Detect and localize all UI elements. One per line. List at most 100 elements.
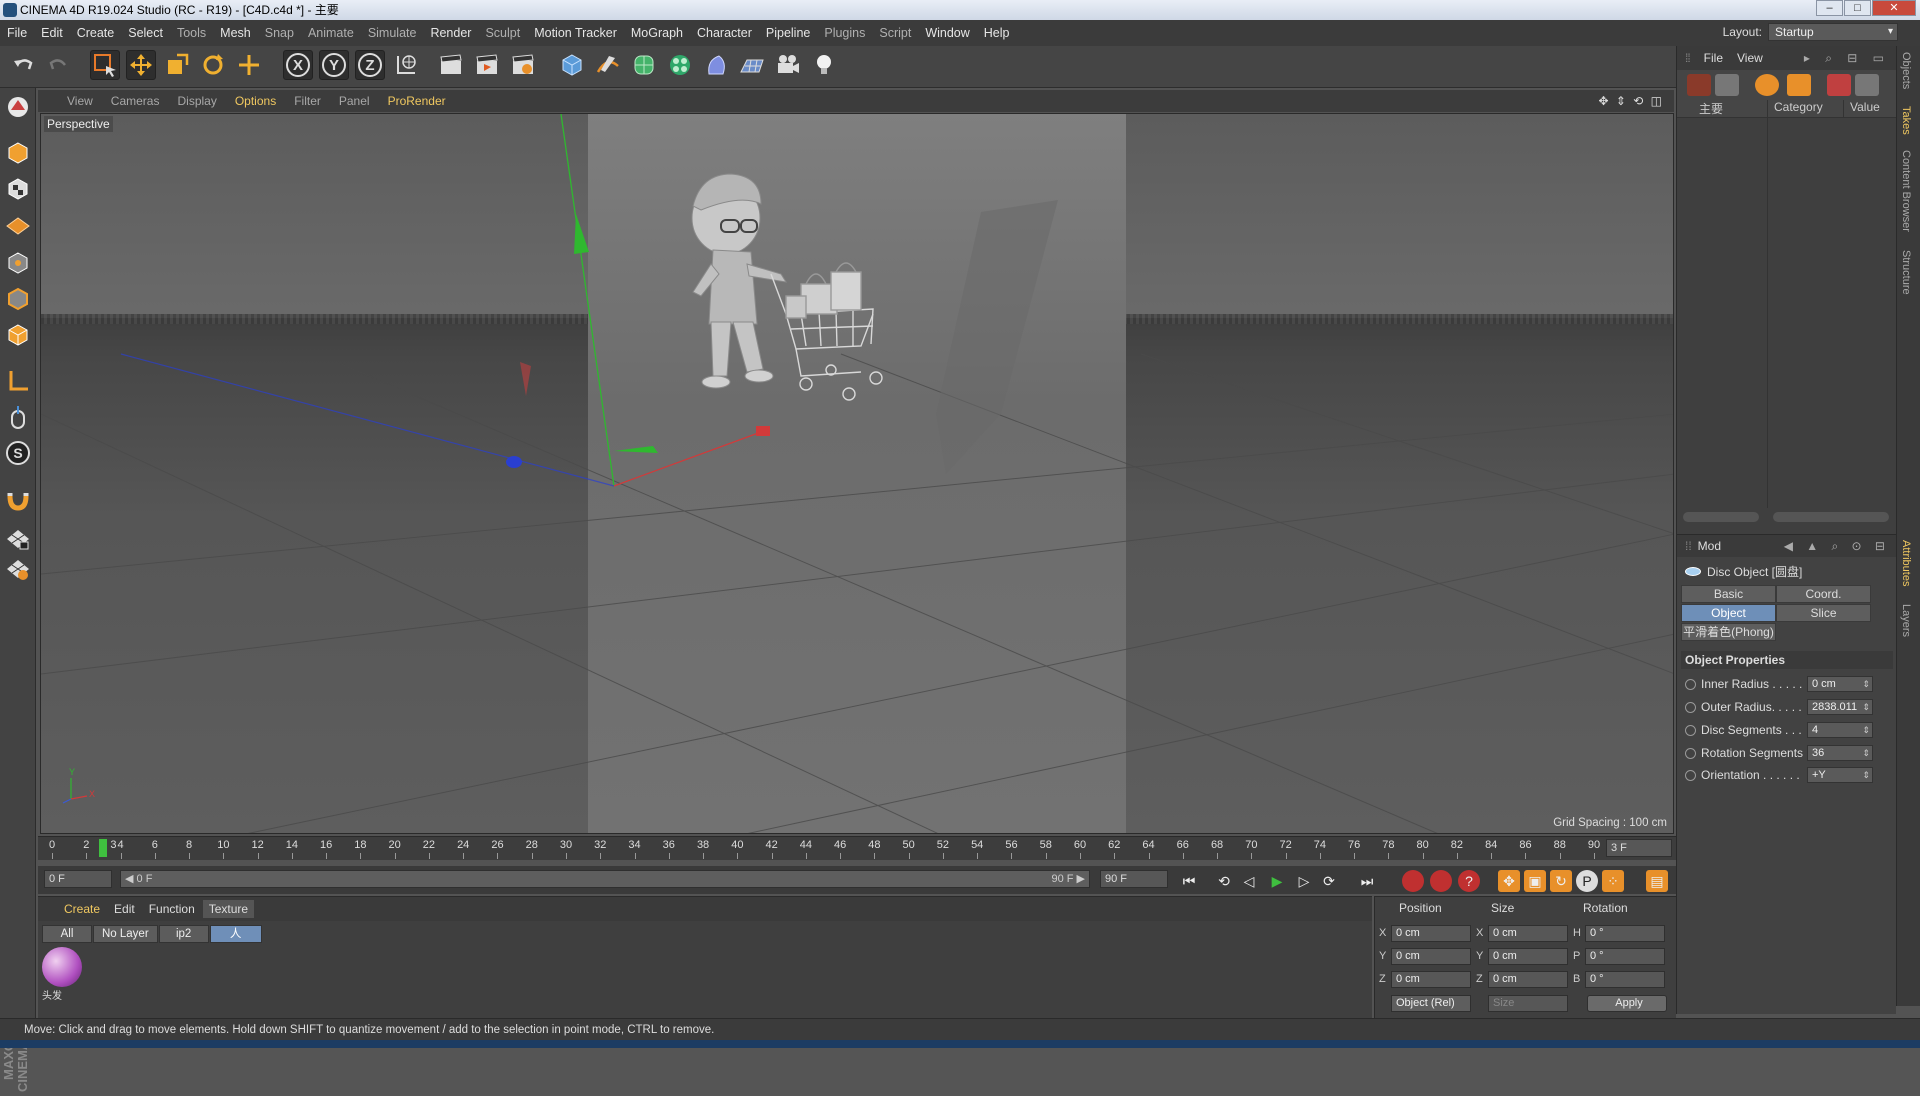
mat-menu-function[interactable]: Function — [143, 900, 201, 918]
camera-object-button[interactable] — [773, 50, 803, 80]
side-tab-layers[interactable]: Layers — [1900, 604, 1912, 637]
rotation-h-field[interactable]: 0 ° — [1585, 925, 1665, 942]
take-icon[interactable] — [1715, 74, 1739, 96]
texture-mode-button[interactable] — [3, 174, 33, 204]
hierarchy-icon[interactable] — [1687, 74, 1711, 96]
light-object-button[interactable] — [809, 50, 839, 80]
viewport-menu-options[interactable]: Options — [226, 94, 285, 108]
menu-script[interactable]: Script — [872, 26, 918, 40]
horizontal-scrollbar-left[interactable] — [1683, 512, 1759, 522]
size-x-field[interactable]: 0 cm — [1488, 925, 1568, 942]
viewport-menu-display[interactable]: Display — [168, 94, 225, 108]
viewport-menu-prorender[interactable]: ProRender — [379, 94, 455, 108]
menu-sculpt[interactable]: Sculpt — [478, 26, 527, 40]
scale-tool[interactable] — [162, 50, 192, 80]
column-value[interactable]: Value — [1843, 100, 1893, 117]
y-axis-lock[interactable]: Y — [319, 50, 349, 80]
animate-keyframe-icon[interactable] — [1685, 724, 1696, 736]
animate-keyframe-icon[interactable] — [1685, 769, 1696, 781]
z-axis-lock[interactable]: Z — [355, 50, 385, 80]
viewport-navigation-icons[interactable]: ✥ ⇕ ⟲ ◫ — [1598, 94, 1664, 108]
menu-animate[interactable]: Animate — [301, 26, 361, 40]
menu-pipeline[interactable]: Pipeline — [759, 26, 817, 40]
override-icon[interactable] — [1755, 74, 1779, 96]
next-key-button[interactable]: ⟳ — [1318, 870, 1340, 892]
timeline-window-button[interactable]: ▤ — [1646, 870, 1668, 892]
mat-menu-edit[interactable]: Edit — [108, 900, 141, 918]
play-button[interactable]: ▶ — [1266, 870, 1288, 892]
frame-range-slider[interactable]: ◀ 0 F 90 F ▶ — [120, 870, 1090, 888]
viewport-menu-cameras[interactable]: Cameras — [102, 94, 169, 108]
minimize-button[interactable]: – — [1816, 0, 1843, 16]
menu-character[interactable]: Character — [690, 26, 759, 40]
coordinate-system-toggle[interactable] — [391, 50, 421, 80]
side-tab-structure[interactable]: Structure — [1900, 250, 1912, 295]
x-axis-lock[interactable]: X — [283, 50, 313, 80]
render-view-button[interactable] — [436, 50, 466, 80]
render-settings-button[interactable] — [508, 50, 538, 80]
prev-key-button[interactable]: ⟲ — [1213, 870, 1235, 892]
om-header-icons[interactable]: ▸ ⌕ ⊟ ▭ — [1804, 51, 1890, 66]
solo-mode-button[interactable]: S — [3, 438, 33, 468]
key-pla-button[interactable]: ⁘ — [1602, 870, 1624, 892]
tweak-mode-button[interactable] — [3, 402, 33, 432]
animate-keyframe-icon[interactable] — [1685, 678, 1696, 690]
menu-tools[interactable]: Tools — [170, 26, 213, 40]
side-tab-attributes[interactable]: Attributes — [1900, 540, 1912, 586]
tab-basic[interactable]: Basic — [1681, 585, 1776, 603]
viewport-menu-panel[interactable]: Panel — [330, 94, 379, 108]
prev-frame-button[interactable]: ◁ — [1238, 870, 1260, 892]
polygons-mode-button[interactable] — [3, 320, 33, 350]
current-frame-field[interactable]: 3 F — [1606, 839, 1672, 857]
undo-button[interactable] — [8, 50, 38, 80]
autokey-button[interactable] — [1430, 870, 1452, 892]
live-selection-tool[interactable] — [90, 50, 120, 80]
start-frame-field[interactable]: 0 F — [44, 870, 112, 888]
layout-dropdown[interactable]: Startup — [1768, 23, 1898, 41]
menu-mesh[interactable]: Mesh — [213, 26, 258, 40]
coordinate-mode-dropdown[interactable]: Object (Rel) — [1391, 995, 1471, 1012]
column-name[interactable]: 主要 — [1677, 100, 1767, 117]
position-y-field[interactable]: 0 cm — [1391, 948, 1471, 965]
rotation-segments-field[interactable]: 36 — [1807, 745, 1873, 761]
points-mode-button[interactable] — [3, 248, 33, 278]
current-frame-marker[interactable] — [99, 839, 108, 857]
tab-object[interactable]: Object — [1681, 604, 1776, 622]
mat-tab-person[interactable]: 人 — [209, 925, 262, 943]
workplane-lock-button[interactable] — [3, 524, 33, 554]
horizontal-scrollbar-right[interactable] — [1773, 512, 1889, 522]
size-z-field[interactable]: 0 cm — [1488, 971, 1568, 988]
menu-render[interactable]: Render — [423, 26, 478, 40]
rotation-b-field[interactable]: 0 ° — [1585, 971, 1665, 988]
group-icon[interactable] — [1787, 74, 1811, 96]
animate-keyframe-icon[interactable] — [1685, 747, 1696, 759]
go-to-start-button[interactable]: ⏮ — [1178, 870, 1200, 892]
mat-tab-ip2[interactable]: ip2 — [158, 925, 209, 943]
material-swatch-hair[interactable]: 头发 — [42, 947, 82, 1003]
deformer-button[interactable] — [701, 50, 731, 80]
size-mode-dropdown[interactable]: Size — [1488, 995, 1568, 1012]
viewport-menu-filter[interactable]: Filter — [285, 94, 330, 108]
side-tab-takes[interactable]: Takes — [1900, 106, 1912, 135]
record-keys-button[interactable] — [1402, 870, 1424, 892]
menu-motion-tracker[interactable]: Motion Tracker — [527, 26, 624, 40]
mat-tab-no-layer[interactable]: No Layer — [93, 925, 158, 943]
disc-segments-field[interactable]: 4 — [1807, 722, 1873, 738]
size-y-field[interactable]: 0 cm — [1488, 948, 1568, 965]
redo-button[interactable] — [44, 50, 74, 80]
model-mode-button[interactable] — [3, 138, 33, 168]
snap-toggle-button[interactable] — [3, 484, 33, 514]
key-scale-button[interactable]: ▣ — [1524, 870, 1546, 892]
menu-plugins[interactable]: Plugins — [817, 26, 872, 40]
apply-button[interactable]: Apply — [1587, 995, 1667, 1012]
orientation-dropdown[interactable]: +Y — [1807, 767, 1873, 783]
om-menu-view[interactable]: View — [1737, 51, 1763, 65]
lock-take-icon[interactable] — [1855, 74, 1879, 96]
side-tab-content-browser[interactable]: Content Browser — [1900, 150, 1912, 232]
menu-edit[interactable]: Edit — [34, 26, 70, 40]
move-tool[interactable] — [126, 50, 156, 80]
spline-pen-button[interactable] — [593, 50, 623, 80]
subdivision-surface-button[interactable] — [629, 50, 659, 80]
column-category[interactable]: Category — [1767, 100, 1843, 117]
animate-keyframe-icon[interactable] — [1685, 701, 1696, 713]
